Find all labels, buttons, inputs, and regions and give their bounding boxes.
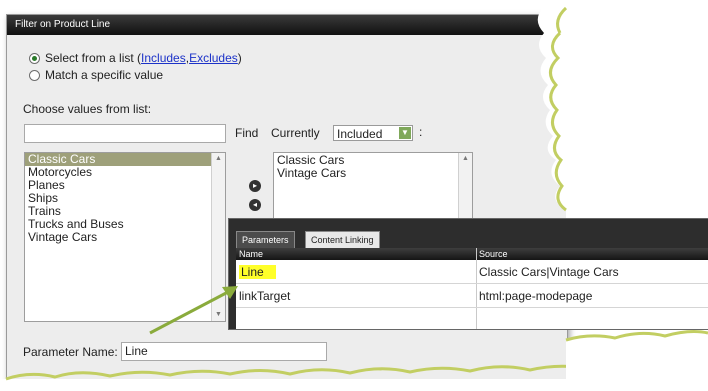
scroll-down-icon[interactable]: ▼ bbox=[212, 309, 225, 321]
find-button[interactable]: Find bbox=[235, 126, 258, 140]
column-header-source: Source bbox=[476, 248, 708, 260]
table-row-source-cell[interactable]: Classic Cars|Vintage Cars bbox=[476, 262, 708, 284]
tab-parameters[interactable]: Parameters bbox=[236, 231, 295, 248]
scroll-up-icon[interactable]: ▲ bbox=[212, 153, 225, 165]
radio-unselected-icon bbox=[29, 69, 40, 81]
chevron-down-icon[interactable]: ▼ bbox=[399, 127, 411, 139]
available-values-items: Classic Cars Motorcycles Planes Ships Trains… bbox=[25, 153, 225, 244]
highlighted-param-name: Line bbox=[239, 265, 276, 279]
radio-select-close: ) bbox=[237, 51, 242, 65]
search-input[interactable] bbox=[24, 124, 226, 143]
tab-content-linking[interactable]: Content Linking bbox=[305, 231, 380, 248]
radio-match-value[interactable]: Match a specific value bbox=[29, 68, 163, 82]
move-left-icon[interactable]: ◂ bbox=[249, 199, 261, 211]
radio-match-label: Match a specific value bbox=[45, 68, 164, 82]
table-row-source-cell[interactable]: html:page-modepage bbox=[476, 286, 708, 308]
move-right-icon[interactable]: ▸ bbox=[249, 180, 261, 192]
excludes-link[interactable]: Excludes bbox=[189, 51, 238, 65]
radio-select-from-list[interactable]: Select from a list (Includes, Excludes) bbox=[29, 51, 242, 65]
list-scrollbar[interactable]: ▲ ▼ bbox=[211, 153, 225, 321]
currently-colon: : bbox=[419, 125, 423, 139]
currently-label: Currently bbox=[271, 126, 320, 140]
parameters-grid: Name Source Line Classic Cars|Vintage Ca… bbox=[236, 248, 708, 329]
available-values-list[interactable]: Classic Cars Motorcycles Planes Ships Trains… bbox=[24, 152, 226, 322]
table-row-name-cell[interactable]: linkTarget bbox=[236, 286, 476, 308]
scroll-up-icon[interactable]: ▲ bbox=[459, 153, 472, 165]
includes-link[interactable]: Includes bbox=[141, 51, 186, 65]
currently-select[interactable]: Included ▼ bbox=[333, 125, 413, 141]
dialog-title: Filter on Product Line bbox=[7, 15, 567, 35]
choose-values-label: Choose values from list: bbox=[23, 102, 152, 116]
list-item[interactable]: Vintage Cars bbox=[274, 167, 472, 180]
parameter-name-input[interactable]: Line bbox=[121, 342, 327, 361]
radio-selected-icon bbox=[29, 52, 40, 64]
radio-select-label: Select from a list ( bbox=[45, 51, 142, 65]
column-header-name: Name bbox=[236, 248, 476, 260]
selected-values-items: Classic Cars Vintage Cars bbox=[274, 153, 472, 180]
parameters-panel: Parameters Content Linking Name Source L… bbox=[228, 218, 708, 330]
table-row-name-cell[interactable]: Line bbox=[236, 262, 476, 284]
list-item[interactable]: Vintage Cars bbox=[25, 231, 225, 244]
currently-value: Included bbox=[337, 127, 383, 141]
parameter-name-label: Parameter Name: bbox=[23, 345, 118, 359]
